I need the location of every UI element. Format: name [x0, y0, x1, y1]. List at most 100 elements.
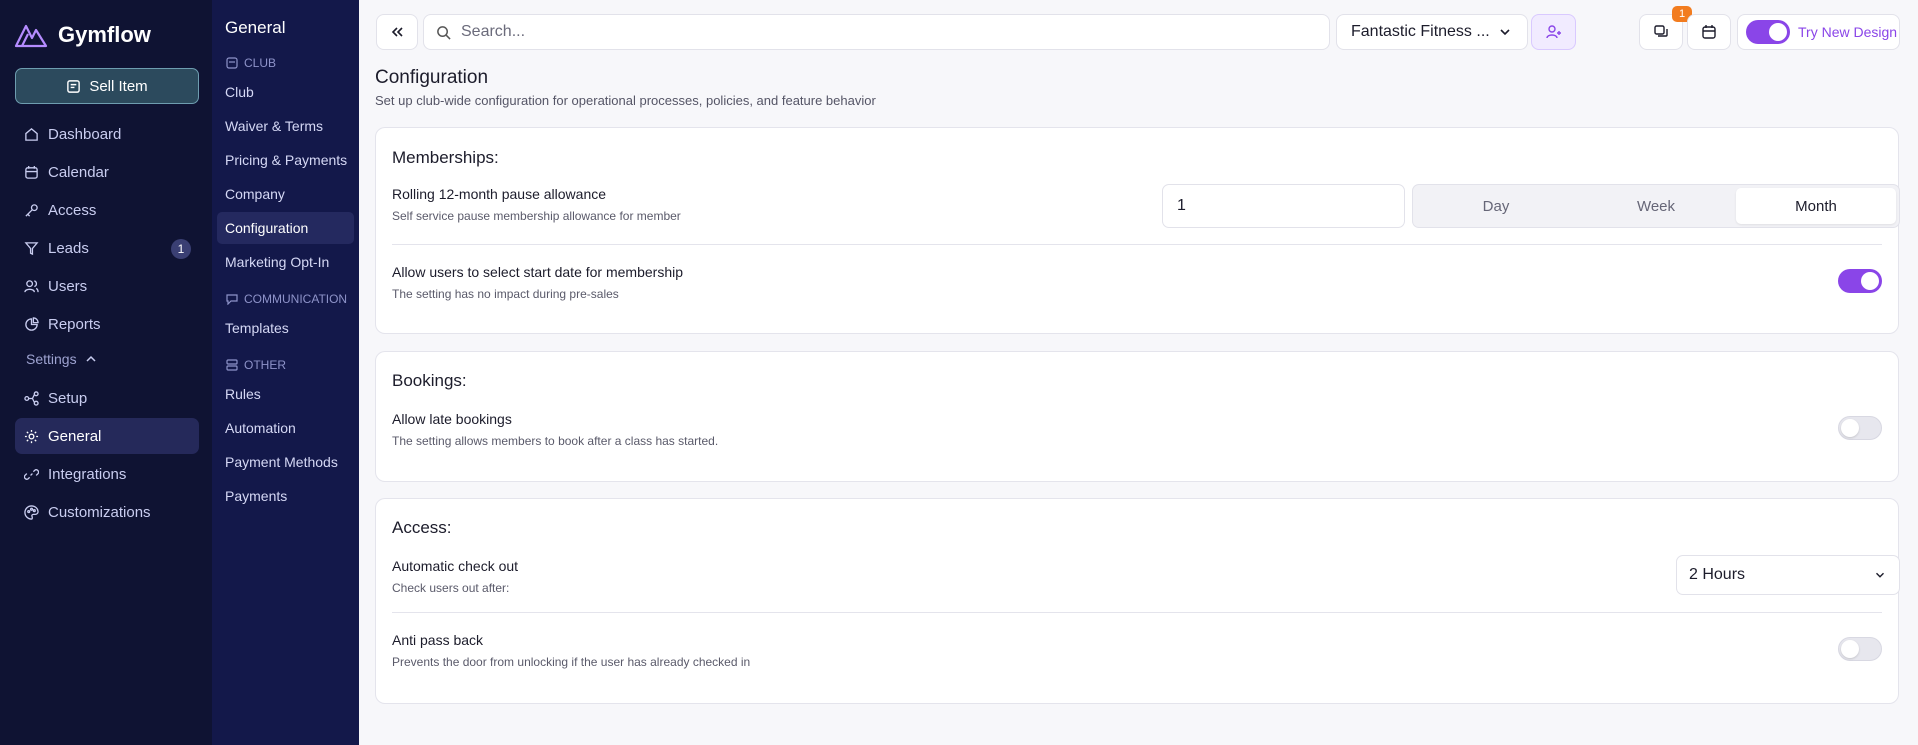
key-icon — [25, 203, 38, 217]
setting-title: Automatic check out — [392, 558, 519, 574]
pause-period-segmented: Day Week Month — [1412, 184, 1900, 228]
subnav-section-communication: COMMUNICATION — [217, 288, 354, 310]
period-option-day[interactable]: Day — [1416, 188, 1576, 224]
brand-logo[interactable]: Gymflow — [14, 20, 151, 50]
nav-item-users[interactable]: Users — [15, 268, 199, 304]
sell-item-button[interactable]: Sell Item — [15, 68, 199, 104]
page-subtitle: Set up club-wide configuration for opera… — [375, 93, 876, 108]
nav-label: General — [48, 427, 102, 445]
setting-description: Self service pause membership allowance … — [392, 209, 681, 223]
nav-label: Customizations — [48, 503, 151, 521]
nav-item-reports[interactable]: Reports — [15, 306, 199, 342]
nav-label: Access — [48, 201, 97, 219]
messages-button[interactable]: 1 — [1639, 6, 1692, 50]
club-icon — [226, 57, 238, 69]
settings-section-toggle[interactable]: Settings — [15, 344, 199, 374]
memberships-card: Memberships: Rolling 12-month pause allo… — [375, 127, 1900, 334]
subnav-item-automation[interactable]: Automation — [217, 412, 354, 444]
nav-item-leads[interactable]: Leads 1 — [15, 230, 199, 266]
subnav-item-waiver-terms[interactable]: Waiver & Terms — [217, 110, 354, 142]
setting-description: The setting allows members to book after… — [392, 434, 719, 448]
topbar: Fantastic Fitness ... 1 Try New Design — [359, 6, 1918, 52]
try-new-design-label: Try New Design — [1798, 24, 1898, 40]
setting-title: Rolling 12-month pause allowance — [392, 186, 607, 202]
nav-label: Reports — [48, 315, 101, 333]
subnav-section-other: OTHER — [217, 354, 354, 376]
nav-item-access[interactable]: Access — [15, 192, 199, 228]
nav-item-setup[interactable]: Setup — [15, 380, 199, 416]
leads-count-badge: 1 — [171, 239, 191, 259]
nav-label: Integrations — [48, 465, 127, 483]
card-title: Access: — [392, 518, 452, 537]
divider — [392, 244, 1882, 245]
setting-title: Allow late bookings — [392, 411, 512, 427]
subnav-item-pricing-payments[interactable]: Pricing & Payments — [217, 144, 354, 176]
chevron-up-icon — [86, 355, 96, 362]
card-title: Bookings: — [392, 371, 467, 390]
subnav-item-templates[interactable]: Templates — [217, 312, 354, 344]
main-nav: Dashboard Calendar Access Leads 1 Users … — [15, 116, 199, 532]
palette-icon — [24, 504, 39, 520]
start-date-switch[interactable] — [1838, 269, 1882, 293]
gymflow-logo-icon — [14, 24, 48, 48]
setting-description: The setting has no impact during pre-sal… — [392, 287, 619, 301]
messages-icon — [1654, 25, 1668, 37]
calendar-icon — [25, 165, 38, 179]
main-sidebar: Gymflow Sell Item Dashboard Calendar Acc… — [0, 0, 212, 745]
users-icon — [24, 279, 39, 292]
link-icon — [24, 468, 39, 480]
checkout-duration-value: 2 Hours — [1689, 566, 1746, 583]
chevron-down-icon — [1500, 29, 1510, 36]
setting-description: Prevents the door from unlocking if the … — [392, 655, 751, 669]
nav-item-general[interactable]: General — [15, 418, 199, 454]
gear-icon — [24, 429, 39, 443]
subnav-item-configuration[interactable]: Configuration — [217, 212, 354, 244]
club-selector[interactable]: Fantastic Fitness ... — [1336, 14, 1528, 50]
user-plus-icon — [1545, 25, 1561, 39]
nav-item-calendar[interactable]: Calendar — [15, 154, 199, 190]
anti-pass-back-switch[interactable] — [1838, 637, 1882, 661]
sell-item-label: Sell Item — [89, 77, 148, 95]
checkout-duration-select[interactable]: 2 Hours — [1676, 555, 1900, 595]
card-title: Memberships: — [392, 148, 499, 167]
home-icon — [25, 127, 38, 141]
nav-label: Setup — [48, 389, 88, 407]
subnav-item-payments[interactable]: Payments — [217, 480, 354, 512]
period-option-week[interactable]: Week — [1576, 188, 1736, 224]
add-user-button[interactable] — [1531, 14, 1576, 50]
new-design-switch[interactable] — [1746, 20, 1790, 44]
period-option-month[interactable]: Month — [1736, 188, 1896, 224]
search-icon — [437, 25, 451, 40]
try-new-design-toggle[interactable]: Try New Design — [1737, 14, 1900, 50]
brand-name: Gymflow — [58, 22, 151, 47]
nav-item-customizations[interactable]: Customizations — [15, 494, 199, 530]
pause-allowance-input[interactable] — [1162, 184, 1405, 228]
setting-title: Allow users to select start date for mem… — [392, 264, 684, 280]
nav-label: Leads — [48, 239, 89, 257]
main-content: Fantastic Fitness ... 1 Try New Design C… — [359, 0, 1918, 745]
receipt-icon — [67, 79, 81, 93]
chat-icon — [226, 294, 238, 305]
access-card: Access: Automatic check out Check users … — [375, 498, 1900, 704]
search-input[interactable] — [461, 23, 1321, 41]
nav-label: Users — [48, 277, 88, 295]
nav-item-integrations[interactable]: Integrations — [15, 456, 199, 492]
bookings-card: Bookings: Allow late bookings The settin… — [375, 351, 1899, 482]
late-bookings-switch[interactable] — [1838, 416, 1882, 440]
section-label: CLUB — [244, 56, 277, 70]
subnav-item-payment-methods[interactable]: Payment Methods — [217, 446, 354, 478]
collapse-sidebar-button[interactable] — [376, 14, 418, 50]
divider — [392, 612, 1882, 613]
subnav-item-rules[interactable]: Rules — [217, 378, 354, 410]
section-label: COMMUNICATION — [244, 292, 348, 306]
subnav-item-company[interactable]: Company — [217, 178, 354, 210]
subnav-item-club[interactable]: Club — [217, 76, 354, 108]
club-name: Fantastic Fitness ... — [1351, 23, 1490, 40]
nav-item-dashboard[interactable]: Dashboard — [15, 116, 199, 152]
filter-icon — [24, 241, 39, 255]
subnav-item-marketing-opt-in[interactable]: Marketing Opt-In — [217, 246, 354, 278]
calendar-icon — [1702, 25, 1716, 39]
calendar-button[interactable] — [1687, 14, 1731, 50]
subnav-section-club: CLUB — [217, 52, 354, 74]
search-bar — [423, 14, 1330, 50]
